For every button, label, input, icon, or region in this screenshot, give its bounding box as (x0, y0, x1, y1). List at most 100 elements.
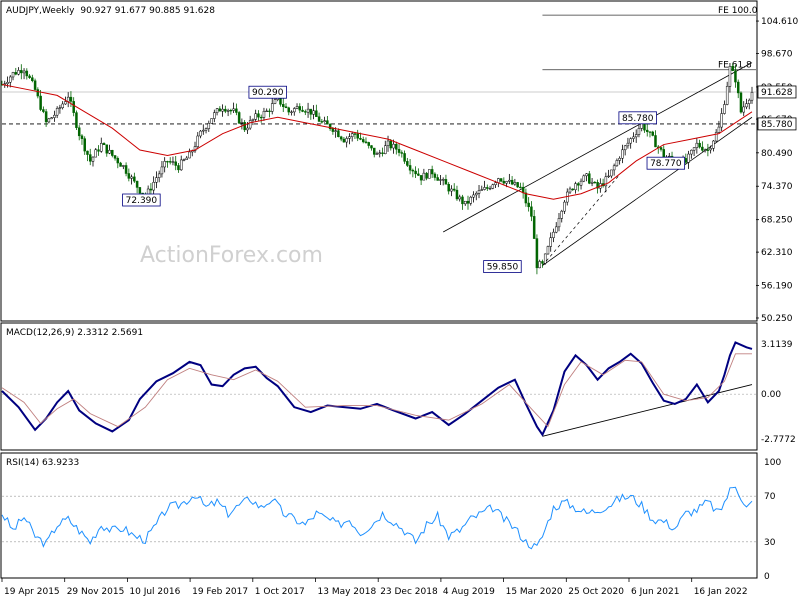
candle-body (218, 108, 222, 112)
candle-body (560, 210, 563, 219)
candle-body (450, 188, 453, 192)
candle-body (502, 180, 506, 184)
candle-body (695, 142, 699, 148)
candle-body (257, 113, 260, 118)
candle-body (149, 188, 153, 191)
candle-body (378, 152, 382, 155)
candle-body (623, 145, 627, 151)
candle-body (116, 158, 120, 164)
candle-body (538, 261, 541, 269)
x-axis-label: 19 Apr 2015 (4, 587, 60, 597)
candle-body (359, 137, 362, 140)
candle-body (549, 237, 552, 247)
candle-body (530, 206, 533, 217)
candle-body (185, 157, 188, 160)
chart-canvas: ActionForex.com AUDJPY,Weekly 90.927 91.6… (0, 0, 800, 600)
candle-body (524, 192, 528, 204)
candle-body (210, 118, 213, 124)
x-axis-label: 25 Oct 2020 (568, 587, 624, 597)
candle-body (430, 169, 434, 175)
candle-body (720, 113, 723, 128)
candle-body (375, 153, 379, 155)
candle-body (64, 101, 67, 105)
candle-body (246, 127, 249, 131)
candle-body (350, 133, 354, 137)
candle-body (293, 108, 296, 113)
candle-body (199, 130, 202, 137)
price-axis-label: 62.310 (761, 248, 793, 258)
candle-body (331, 128, 335, 132)
candle-body (53, 114, 56, 118)
candle-body (312, 110, 315, 115)
candle-body (441, 179, 445, 181)
candle-body (152, 182, 155, 191)
candle-body (698, 142, 701, 148)
macd-panel-title: MACD(12,26,9) 2.3312 2.5691 (6, 328, 143, 338)
candle-body (571, 188, 575, 191)
candle-body (466, 200, 470, 204)
candle-body (130, 176, 133, 179)
candle-body (585, 173, 588, 177)
candle-body (157, 173, 161, 178)
candle-body (111, 149, 114, 156)
axis-price-box-label: 91.628 (761, 88, 793, 98)
rsi-axis-label: 0 (764, 572, 770, 582)
candle-body (166, 161, 169, 163)
candle-body (461, 196, 464, 205)
candle-body (372, 147, 376, 155)
candle-body (469, 196, 472, 204)
candle-body (100, 143, 103, 152)
candle-body (508, 179, 511, 182)
candle-body (739, 92, 743, 113)
candle-body (447, 184, 450, 192)
candle-body (750, 92, 754, 101)
candle-body (42, 109, 45, 112)
candle-body (215, 108, 219, 113)
candle-body (356, 133, 359, 139)
candle-body (491, 184, 495, 189)
x-axis-label: 29 Nov 2015 (67, 587, 125, 597)
candle-body (574, 183, 577, 191)
fe-level-label: FE 100.0 (718, 6, 758, 16)
candle-body (419, 175, 423, 181)
watermark: ActionForex.com (140, 243, 323, 268)
candle-body (9, 76, 12, 83)
candle-body (248, 120, 252, 129)
candle-body (229, 109, 233, 112)
candle-body (226, 109, 230, 112)
candle-body (353, 133, 357, 135)
candle-body (342, 138, 346, 143)
candle-body (532, 216, 536, 239)
price-axis-label: 80.490 (761, 149, 793, 159)
candle-body (406, 161, 409, 166)
candle-body (717, 126, 721, 133)
candle-body (483, 187, 486, 190)
candle-body (202, 129, 205, 132)
symbol-label: AUDJPY,Weekly (6, 6, 75, 16)
candle-body (163, 161, 166, 168)
candle-body (513, 182, 517, 185)
candle-body (543, 253, 547, 264)
candle-body (690, 149, 693, 155)
candle-body (486, 187, 489, 189)
candle-body (232, 108, 235, 111)
candle-body (452, 188, 456, 191)
price-axis-label: 50.250 (761, 314, 793, 324)
candle-body (295, 106, 299, 109)
candle-body (403, 153, 406, 162)
candle-body (745, 103, 748, 108)
candle-body (637, 128, 641, 135)
candle-body (364, 141, 368, 143)
candle-body (334, 130, 337, 132)
candle-body (315, 110, 318, 117)
candle-body (254, 113, 257, 120)
candle-body (692, 147, 696, 151)
candle-body (20, 70, 23, 74)
candle-body (287, 107, 291, 113)
candle-body (395, 143, 398, 150)
candle-body (709, 148, 712, 151)
candle-body (389, 140, 393, 149)
candle-body (179, 159, 183, 171)
candle-body (499, 178, 503, 182)
candle-body (747, 99, 751, 104)
